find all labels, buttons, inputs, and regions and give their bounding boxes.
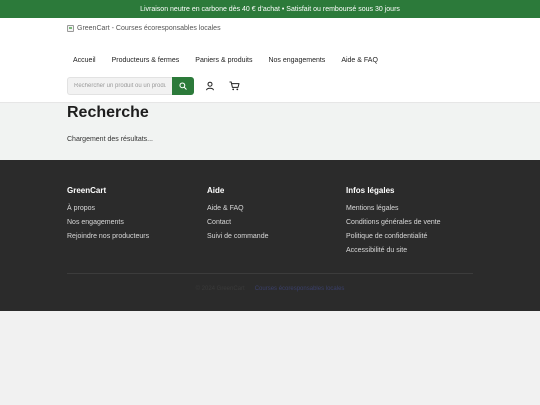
copyright-text: © 2024 GreenCart <box>195 286 245 292</box>
search-results-section: Recherche Chargement des résultats... <box>0 104 540 160</box>
search-button[interactable] <box>172 77 194 95</box>
footer-bottom: © 2024 GreenCart Courses écoresponsables… <box>0 286 540 292</box>
broken-image-icon <box>67 25 74 32</box>
user-icon <box>206 81 214 91</box>
footer-column-title: Aide <box>207 186 225 195</box>
footer-column-title: GreenCart <box>67 186 107 195</box>
search-input[interactable] <box>67 77 172 95</box>
main-nav: Accueil Producteurs & fermes Paniers & p… <box>73 57 394 64</box>
footer-link-cgv[interactable]: Conditions générales de vente <box>346 219 441 226</box>
page-title: Recherche <box>67 104 149 121</box>
search-bar <box>67 77 194 95</box>
nav-engagements[interactable]: Nos engagements <box>268 57 325 64</box>
logo-alt-text: GreenCart - Courses écoresponsables loca… <box>77 25 221 32</box>
nav-paniers[interactable]: Paniers & produits <box>195 57 252 64</box>
footer-link-contact[interactable]: Contact <box>207 219 268 226</box>
nav-producteurs[interactable]: Producteurs & fermes <box>112 57 180 64</box>
footer-link-a-propos[interactable]: À propos <box>67 205 149 212</box>
cart-button[interactable] <box>228 80 240 92</box>
footer-link-rejoindre[interactable]: Rejoindre nos producteurs <box>67 233 149 240</box>
cart-icon <box>229 81 239 91</box>
footer-bottom-link[interactable]: Courses écoresponsables locales <box>255 286 345 292</box>
footer-column-aide: Aide Aide & FAQ Contact Suivi de command… <box>207 186 268 247</box>
footer-divider <box>67 273 473 274</box>
site-footer: GreenCart À propos Nos engagements Rejoi… <box>0 160 540 311</box>
footer-link-confidentialite[interactable]: Politique de confidentialité <box>346 233 441 240</box>
loading-status: Chargement des résultats... <box>67 136 153 143</box>
site-header: GreenCart - Courses écoresponsables loca… <box>0 18 540 103</box>
footer-link-accessibilite[interactable]: Accessibilité du site <box>346 247 441 254</box>
footer-link-engagements[interactable]: Nos engagements <box>67 219 149 226</box>
footer-link-suivi[interactable]: Suivi de commande <box>207 233 268 240</box>
footer-link-mentions[interactable]: Mentions légales <box>346 205 441 212</box>
announcement-text: Livraison neutre en carbone dès 40 € d'a… <box>140 5 400 13</box>
page-background <box>0 311 540 405</box>
footer-column-greencart: GreenCart À propos Nos engagements Rejoi… <box>67 186 149 247</box>
logo[interactable]: GreenCart - Courses écoresponsables loca… <box>67 25 221 32</box>
nav-aide[interactable]: Aide & FAQ <box>341 57 378 64</box>
footer-link-faq[interactable]: Aide & FAQ <box>207 205 268 212</box>
account-button[interactable] <box>204 80 216 92</box>
announcement-bar: Livraison neutre en carbone dès 40 € d'a… <box>0 0 540 18</box>
footer-column-legal: Infos légales Mentions légales Condition… <box>346 186 441 261</box>
footer-column-title: Infos légales <box>346 186 395 195</box>
nav-accueil[interactable]: Accueil <box>73 57 96 64</box>
search-icon <box>179 82 187 90</box>
